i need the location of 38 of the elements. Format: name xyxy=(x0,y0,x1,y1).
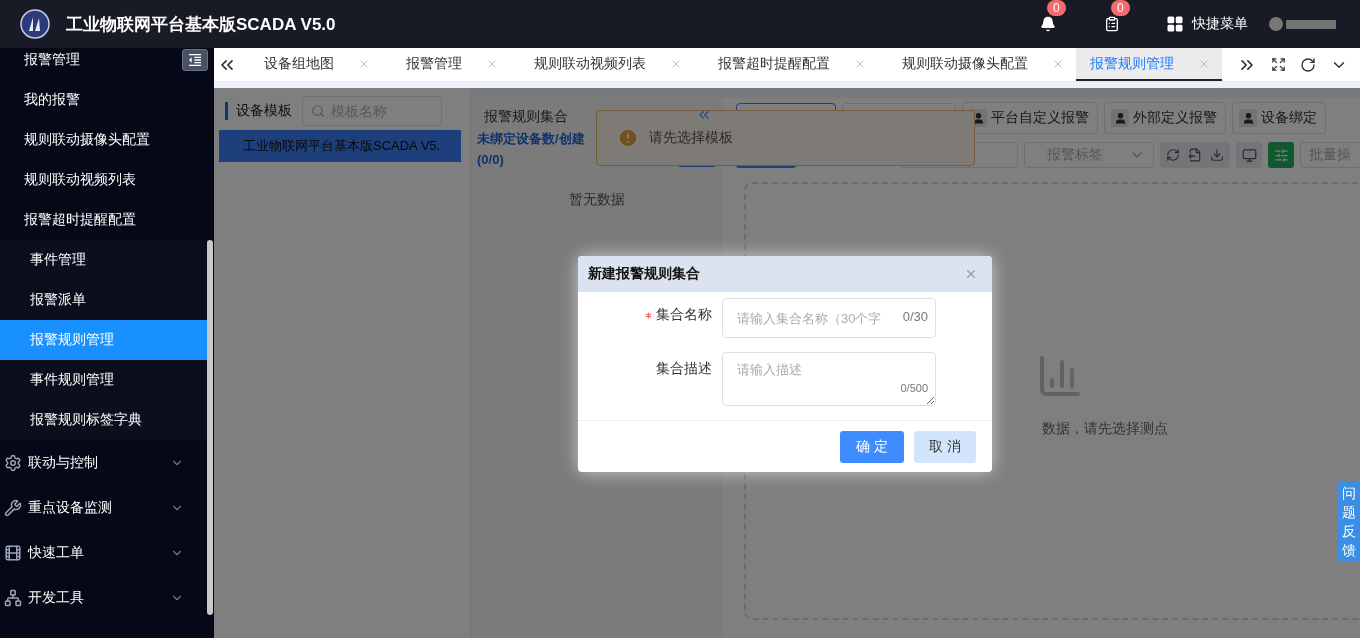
menu-group[interactable]: 开发工具 xyxy=(0,575,206,620)
toolbar-button[interactable]: 设备绑定 xyxy=(1232,102,1326,134)
tab[interactable]: 设备组地图 xyxy=(240,48,382,81)
menu-group[interactable]: 报警管理 xyxy=(24,51,80,69)
toolbar-button[interactable]: 平台自定义报警 xyxy=(962,102,1098,134)
dialog-title: 新建报警规则集合 xyxy=(588,265,700,283)
summary-count: (0/0) xyxy=(477,152,505,167)
app-title: 工业物联网平台基本版SCADA V5.0 xyxy=(66,13,337,36)
char-counter: 0/500 xyxy=(900,382,928,394)
menu-item[interactable]: 报警派单 xyxy=(0,280,209,320)
notification-badge: 0 xyxy=(1111,0,1130,16)
menu-group[interactable]: 重点设备监测 xyxy=(0,485,206,530)
quick-menu[interactable]: 快捷菜单 xyxy=(1166,15,1248,33)
toolbar-button[interactable]: 外部定义报警 xyxy=(1104,102,1226,134)
field-label: 集合描述 xyxy=(656,360,712,378)
menu-item[interactable]: 规则联动摄像头配置 xyxy=(0,120,206,160)
menu-item[interactable]: 事件管理 xyxy=(0,240,209,280)
panel-title: 报警规则集合 xyxy=(483,107,569,126)
tab[interactable]: 规则联动摄像头配置 xyxy=(878,48,1076,81)
message-toast: 请先选择模板 xyxy=(596,110,975,166)
empty-text: 数据，请先选择测点 xyxy=(1042,420,1168,438)
panel-title: 设备模板 xyxy=(225,102,292,120)
menu-item[interactable]: 规则联动视频列表 xyxy=(0,160,206,200)
menu-item[interactable]: 事件规则管理 xyxy=(0,360,209,400)
tab[interactable]: 报警超时提醒配置 xyxy=(694,48,878,81)
tab[interactable]: 报警管理 xyxy=(382,48,510,81)
menu-item[interactable]: 我的报警 xyxy=(0,80,206,120)
field-label: 集合名称 xyxy=(656,306,712,324)
char-counter: 0/30 xyxy=(902,309,928,324)
tab[interactable]: 规则联动视频列表 xyxy=(510,48,694,81)
menu-item[interactable]: 报警规则标签字典 xyxy=(0,400,209,440)
menu-group[interactable]: 快速工单 xyxy=(0,530,206,575)
menu-item[interactable]: 报警超时提醒配置 xyxy=(0,200,206,240)
menu-group[interactable]: 联动与控制 xyxy=(0,440,206,485)
empty-text: 暂无数据 xyxy=(568,191,625,209)
notification-badge: 0 xyxy=(1047,0,1066,16)
summary-label: 未绑定设备数/创建 xyxy=(477,130,585,148)
cancel-button[interactable]: 取 消 xyxy=(914,430,976,463)
